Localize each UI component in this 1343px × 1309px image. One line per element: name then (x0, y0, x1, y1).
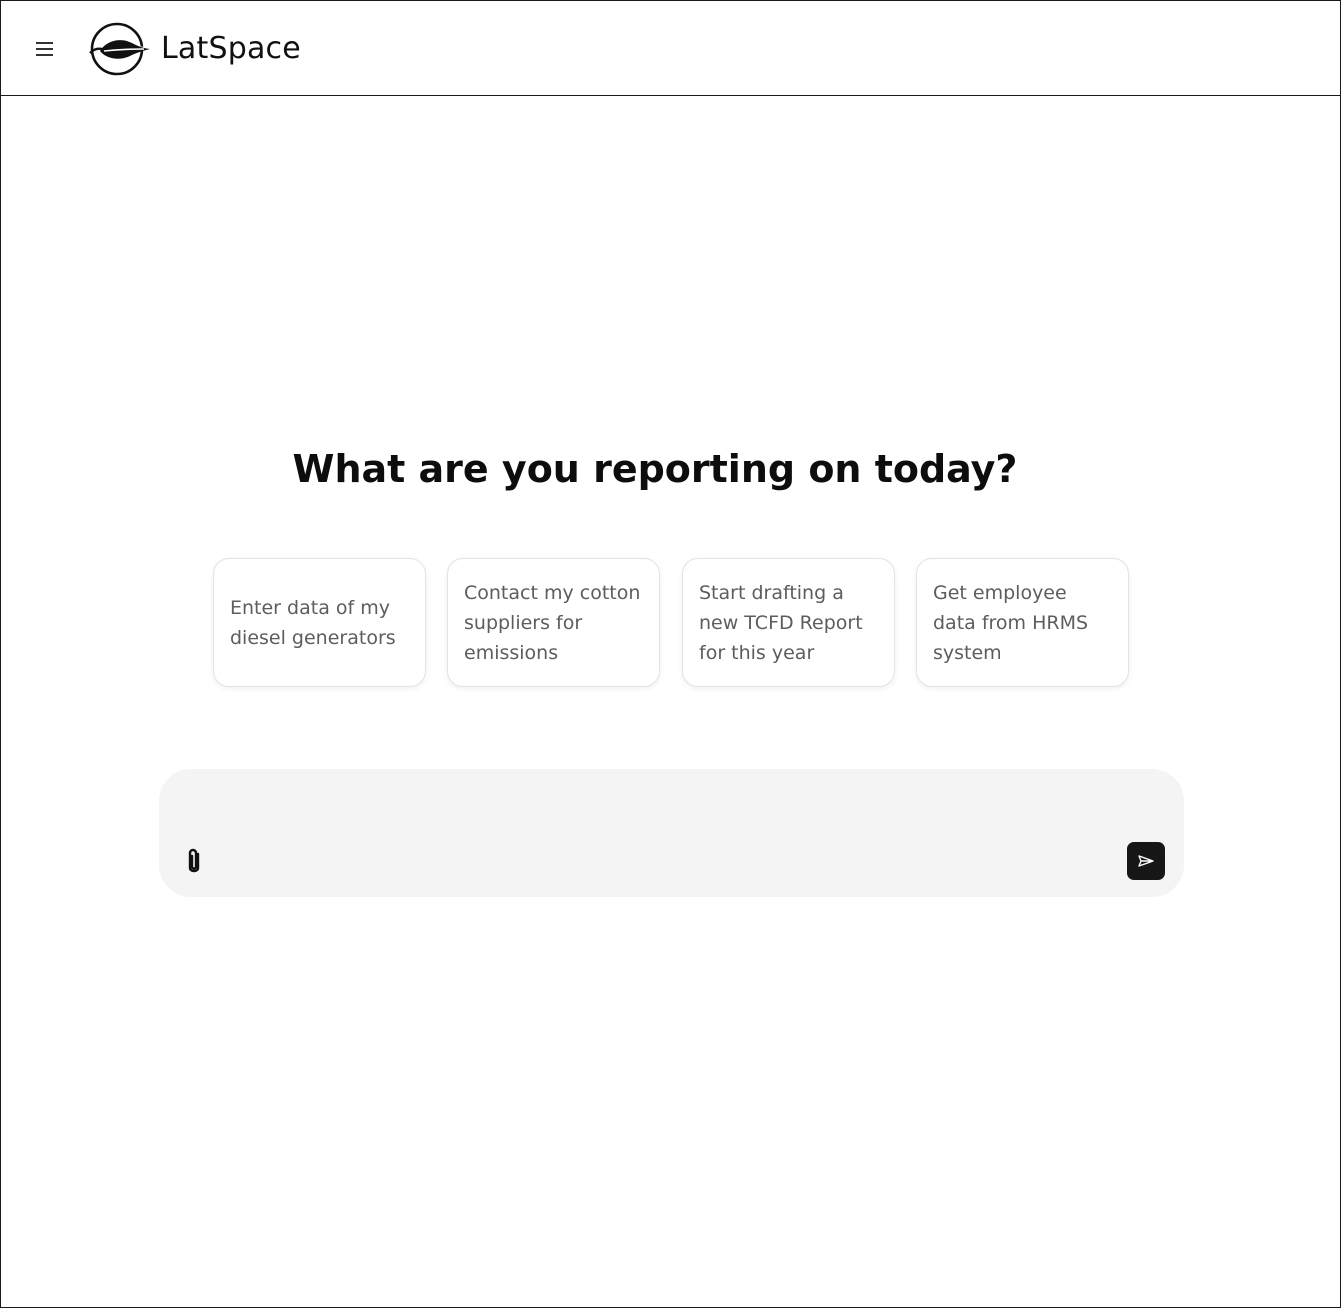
top-bar: LatSpace (1, 1, 1340, 96)
send-arrow-icon (1138, 855, 1154, 867)
suggestion-card-label: Enter data of my diesel generators (230, 596, 396, 649)
message-input[interactable] (187, 789, 1127, 839)
app-window: LatSpace What are you reporting on today… (0, 0, 1341, 1308)
send-button[interactable] (1127, 842, 1165, 880)
suggestion-card-label: Contact my cotton suppliers for emission… (464, 581, 641, 664)
suggestion-card-cotton[interactable]: Contact my cotton suppliers for emission… (447, 558, 660, 687)
leaf-logo-icon (89, 22, 150, 76)
hamburger-icon[interactable] (35, 40, 55, 58)
suggestion-card-tcfd[interactable]: Start drafting a new TCFD Report for thi… (682, 558, 895, 687)
brand-name: LatSpace (161, 31, 301, 66)
page-title: What are you reporting on today? (292, 447, 1018, 491)
suggestion-card-label: Get employee data from HRMS system (933, 581, 1089, 664)
suggestion-card-hrms[interactable]: Get employee data from HRMS system (916, 558, 1129, 687)
message-composer (159, 769, 1184, 897)
paperclip-icon[interactable] (181, 847, 207, 877)
suggestion-card-label: Start drafting a new TCFD Report for thi… (699, 581, 863, 664)
suggestion-card-diesel[interactable]: Enter data of my diesel generators (213, 558, 426, 687)
